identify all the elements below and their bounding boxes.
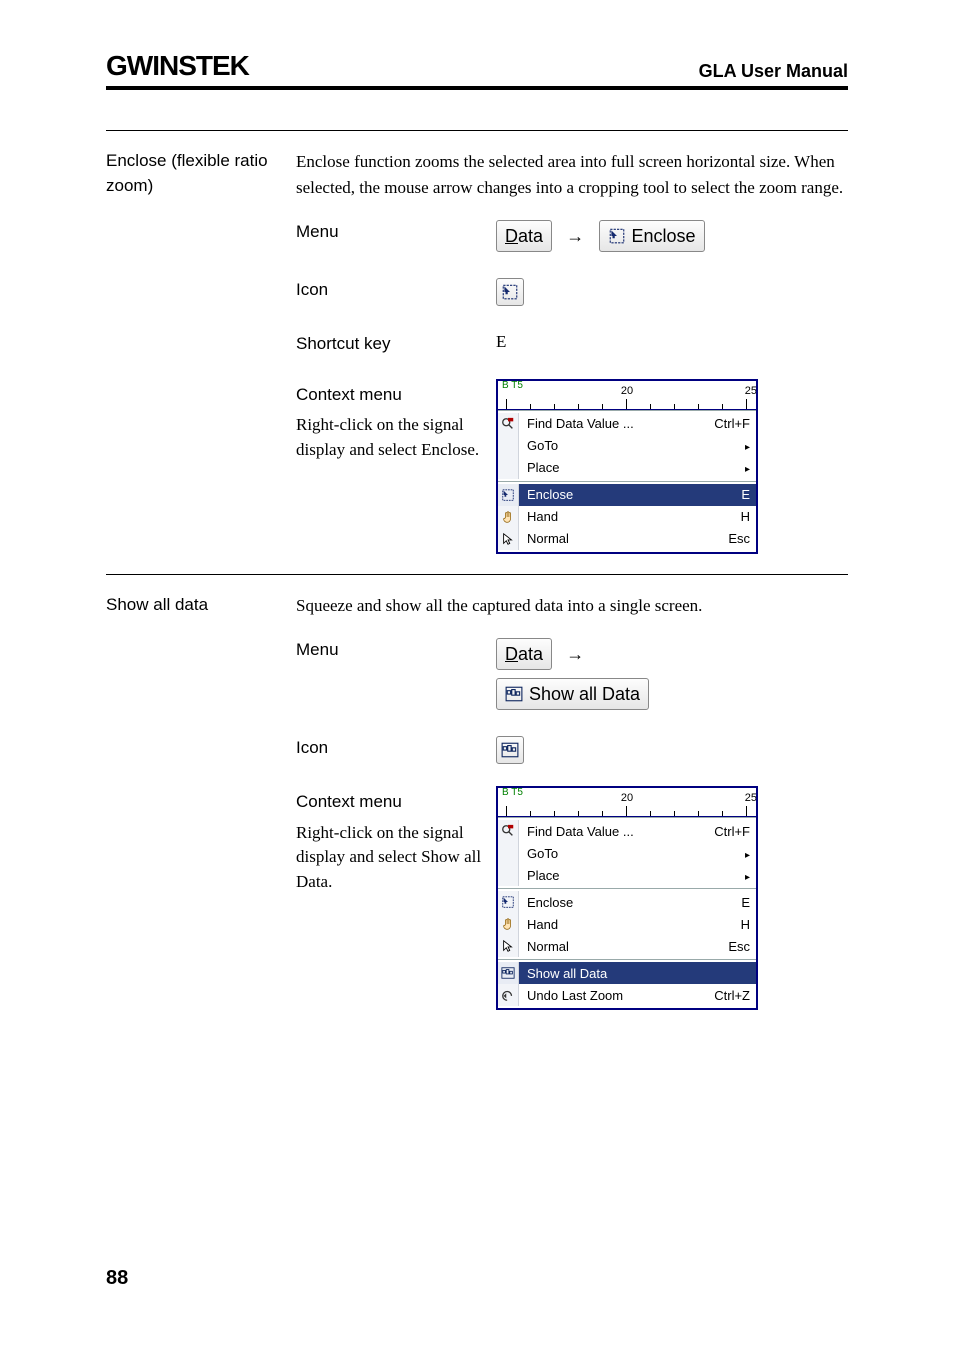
section-title: Enclose (flexible ratio zoom) [106,149,296,566]
section-showall: Show all data Squeeze and show all the c… [106,593,848,1037]
arrow-icon: → [566,226,584,247]
menu-data-button[interactable]: Data [496,638,552,670]
context-menu-item[interactable]: HandH [498,913,756,935]
enclose-icon [501,283,519,301]
context-menu-accelerator: E [735,895,750,910]
row-label-context: Context menu [296,383,496,408]
context-menu-item[interactable]: Find Data Value ...Ctrl+F [498,820,756,842]
context-menu-item[interactable]: HandH [498,506,756,528]
menu-item-label: Enclose [632,226,696,247]
pointer-icon [501,532,515,546]
section-title: Show all data [106,593,296,1037]
context-menu-item[interactable]: Show all Data [498,962,756,984]
section-enclose: Enclose (flexible ratio zoom) Enclose fu… [106,149,848,566]
context-menu-item[interactable]: NormalEsc [498,528,756,550]
row-label-icon: Icon [296,278,496,303]
row-label-context: Context menu [296,790,496,815]
context-menu-item[interactable]: Place [498,457,756,479]
chevron-right-icon [739,846,750,861]
page-number: 88 [106,1267,128,1290]
context-menu-item[interactable]: Undo Last ZoomCtrl+Z [498,984,756,1006]
context-menu-item-label: Find Data Value ... [519,824,708,839]
context-description: Right-click on the signal display and se… [296,821,496,895]
showall-icon [505,685,523,703]
context-menu-item-label: Find Data Value ... [519,416,708,431]
context-menu-item-label: Enclose [519,487,735,502]
hand-icon [501,917,515,931]
enclose-icon [501,895,515,909]
context-menu-item-label: GoTo [519,846,739,861]
chevron-right-icon [739,868,750,883]
context-menu-accelerator: H [735,917,750,932]
context-menu-accelerator: Esc [722,531,750,546]
context-menu-accelerator: Ctrl+F [708,416,750,431]
context-menu-item-label: Hand [519,509,735,524]
context-menu-accelerator: Ctrl+Z [708,988,750,1003]
hand-icon [501,510,515,524]
context-menu-item[interactable]: GoTo [498,842,756,864]
toolbar-enclose-button[interactable] [496,278,524,306]
context-menu-item-label: Enclose [519,895,735,910]
find-icon [501,417,515,431]
pointer-icon [501,939,515,953]
page-header: GWINSTEK GLA User Manual [106,50,848,90]
toolbar-showall-button[interactable] [496,736,524,764]
context-menu-item[interactable]: NormalEsc [498,935,756,957]
context-menu-item-label: GoTo [519,438,739,453]
context-menu-item[interactable]: Place [498,864,756,886]
section-description: Enclose function zooms the selected area… [296,149,848,200]
context-menu-item[interactable]: Find Data Value ...Ctrl+F [498,413,756,435]
row-label-icon: Icon [296,736,496,761]
menu-showall-button[interactable]: Show all Data [496,678,649,710]
context-menu-item[interactable]: GoTo [498,435,756,457]
context-menu-accelerator: Ctrl+F [708,824,750,839]
menu-enclose-button[interactable]: Enclose [599,220,705,252]
chevron-right-icon [739,460,750,475]
menu-item-label: Show all Data [529,684,640,705]
undo-icon [501,988,515,1002]
context-menu: B T5 20 25 Find Data Value ...Ctrl+F GoTo… [496,379,758,554]
context-menu: B T5 20 25 Find Data Value ...Ctrl+F GoTo… [496,786,758,1010]
context-menu-item-label: Place [519,868,739,883]
context-menu-item-label: Normal [519,531,722,546]
row-label-shortcut: Shortcut key [296,332,496,357]
section-description: Squeeze and show all the captured data i… [296,593,848,619]
enclose-icon [501,488,515,502]
context-menu-accelerator: H [735,509,750,524]
context-menu-accelerator: Esc [722,939,750,954]
brand-logo: GWINSTEK [106,50,249,82]
divider [106,574,848,575]
timeline-ruler: B T5 20 25 [498,788,756,817]
enclose-icon [608,227,626,245]
chevron-right-icon [739,438,750,453]
context-description: Right-click on the signal display and se… [296,413,496,462]
showall-icon [501,741,519,759]
context-menu-accelerator: E [735,487,750,502]
find-icon [501,824,515,838]
context-menu-item-label: Normal [519,939,722,954]
row-label-menu: Menu [296,638,496,663]
shortcut-value: E [496,332,848,352]
context-menu-item-label: Hand [519,917,735,932]
timeline-ruler: B T5 20 25 [498,381,756,410]
showall-icon [501,966,515,980]
context-menu-item[interactable]: EncloseE [498,484,756,506]
row-label-menu: Menu [296,220,496,245]
context-menu-item-label: Undo Last Zoom [519,988,708,1003]
divider [106,130,848,131]
context-menu-item[interactable]: EncloseE [498,891,756,913]
menu-data-button[interactable]: Data [496,220,552,252]
manual-title: GLA User Manual [699,61,848,82]
arrow-icon: → [566,644,584,665]
context-menu-item-label: Show all Data [519,966,744,981]
context-menu-item-label: Place [519,460,739,475]
